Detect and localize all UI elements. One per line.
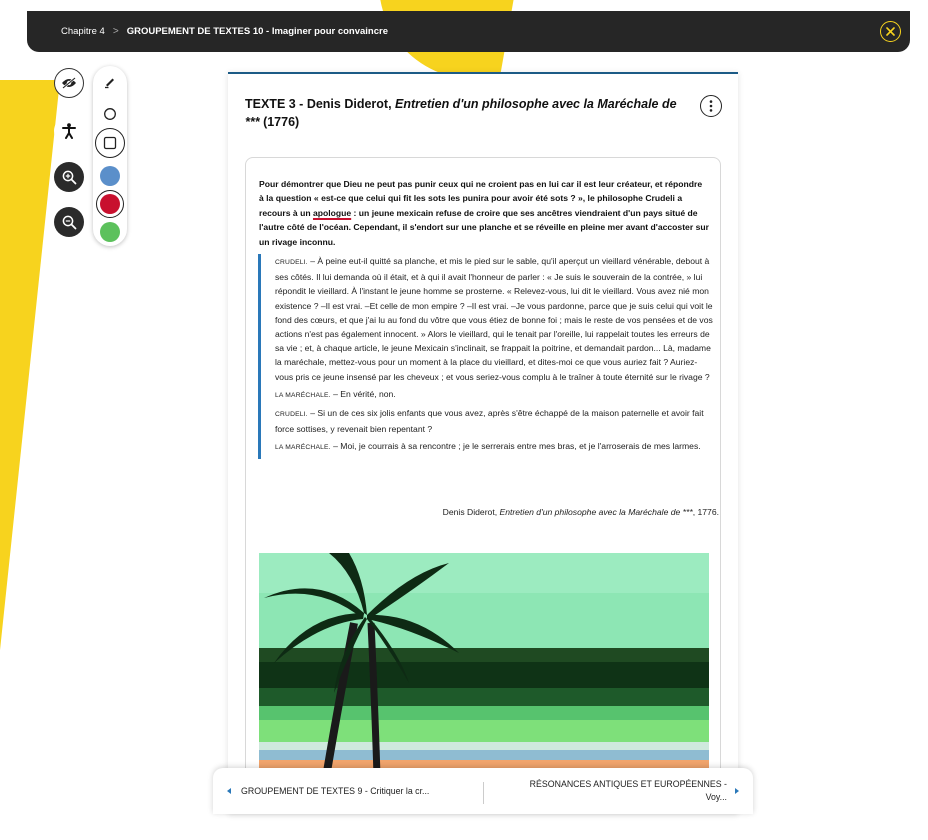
title-suffix: (1776)	[259, 115, 300, 129]
dialogue-text: – À peine eut-il quitté sa planche, et m…	[275, 256, 713, 382]
speaker-name: La Maréchale.	[275, 444, 331, 452]
zoom-out-button[interactable]	[54, 207, 84, 237]
more-vertical-icon	[709, 100, 713, 112]
text-box: Pour démontrer que Dieu ne peut pas puni…	[245, 157, 721, 814]
text-card: TEXTE 3 - Denis Diderot, Entretien d'un …	[228, 72, 738, 814]
speaker-name: Crudeli.	[275, 411, 308, 419]
intro-keyword-apologue[interactable]: apologue	[313, 208, 351, 218]
zoom-in-button[interactable]	[54, 162, 84, 192]
dialogue-text: – Moi, je courrais à sa rencontre ; je l…	[330, 441, 701, 452]
speaker-name: Crudeli.	[275, 259, 308, 266]
circle-shape-icon	[104, 108, 116, 120]
eye-slash-icon	[62, 77, 76, 89]
pen-icon	[105, 78, 114, 89]
speaker-name: La Maréchale.	[275, 391, 331, 399]
accessibility-button[interactable]	[54, 116, 84, 146]
dialogue-quote: Crudeli. – À peine eut-il quitté sa plan…	[258, 254, 713, 459]
next-section-link[interactable]: RÉSONANCES ANTIQUES ET EUROPÉENNES - Voy…	[509, 768, 739, 814]
dialogue-paragraph-1: Crudeli. – À peine eut-il quitté sa plan…	[275, 254, 713, 384]
zoom-in-icon	[62, 170, 76, 184]
decor-yellow-left	[0, 80, 60, 840]
card-title: TEXTE 3 - Denis Diderot, Entretien d'un …	[245, 95, 685, 131]
next-section-label: RÉSONANCES ANTIQUES ET EUROPÉENNES - Voy…	[509, 778, 727, 804]
square-shape-icon	[103, 136, 117, 150]
citation-year: , 1776.	[692, 507, 719, 517]
previous-section-link[interactable]: GROUPEMENT DE TEXTES 9 - Critiquer la cr…	[227, 768, 429, 814]
dialogue-paragraph-2: La Maréchale. – En vérité, non.	[275, 387, 713, 403]
title-prefix: TEXTE 3 - Denis Diderot,	[245, 97, 396, 111]
dialogue-text: – En vérité, non.	[330, 388, 396, 399]
square-tool[interactable]	[95, 128, 125, 158]
breadcrumb-separator: >	[112, 26, 119, 37]
circle-tool[interactable]	[103, 107, 117, 121]
dialogue-text: – Si un de ces six jolis enfants que vou…	[275, 408, 704, 435]
color-red-swatch-selected[interactable]	[96, 190, 124, 218]
color-red-dot	[100, 194, 120, 214]
next-label-line-1: RÉSONANCES ANTIQUES ET EUROPÉENNES -	[529, 779, 727, 789]
breadcrumb-chapter[interactable]: Chapitre 4	[61, 26, 105, 37]
top-bar: Chapitre 4 > GROUPEMENT DE TEXTES 10 - I…	[27, 11, 910, 52]
next-label-line-2: Voy...	[705, 792, 727, 802]
citation-work: Entretien d'un philosophe avec la Maréch…	[499, 507, 693, 517]
pen-tool[interactable]	[103, 75, 117, 89]
breadcrumb-section: GROUPEMENT DE TEXTES 10 - Imaginer pour …	[126, 26, 388, 37]
intro-paragraph: Pour démontrer que Dieu ne peut pas puni…	[259, 177, 709, 249]
more-options-button[interactable]	[700, 95, 722, 117]
color-blue-swatch[interactable]	[100, 166, 120, 186]
hide-annotations-button[interactable]	[54, 68, 84, 98]
dialogue-paragraph-4: La Maréchale. – Moi, je courrais à sa re…	[275, 439, 713, 455]
previous-section-label: GROUPEMENT DE TEXTES 9 - Critiquer la cr…	[241, 786, 430, 796]
chevron-left-icon	[227, 788, 231, 794]
dialogue-paragraph-3: Crudeli. – Si un de ces six jolis enfant…	[275, 406, 713, 436]
nav-divider	[483, 782, 484, 804]
zoom-out-icon	[62, 215, 76, 229]
chapter-navigation: GROUPEMENT DE TEXTES 9 - Critiquer la cr…	[213, 768, 753, 814]
close-button[interactable]	[880, 21, 901, 42]
source-citation: Denis Diderot, Entretien d'un philosophe…	[258, 507, 719, 517]
accessibility-person-icon	[62, 123, 76, 139]
chevron-right-icon	[735, 788, 739, 794]
citation-author: Denis Diderot,	[442, 507, 500, 517]
annotation-palette	[93, 66, 127, 246]
close-circle-icon	[886, 27, 895, 36]
color-green-swatch[interactable]	[100, 222, 120, 242]
